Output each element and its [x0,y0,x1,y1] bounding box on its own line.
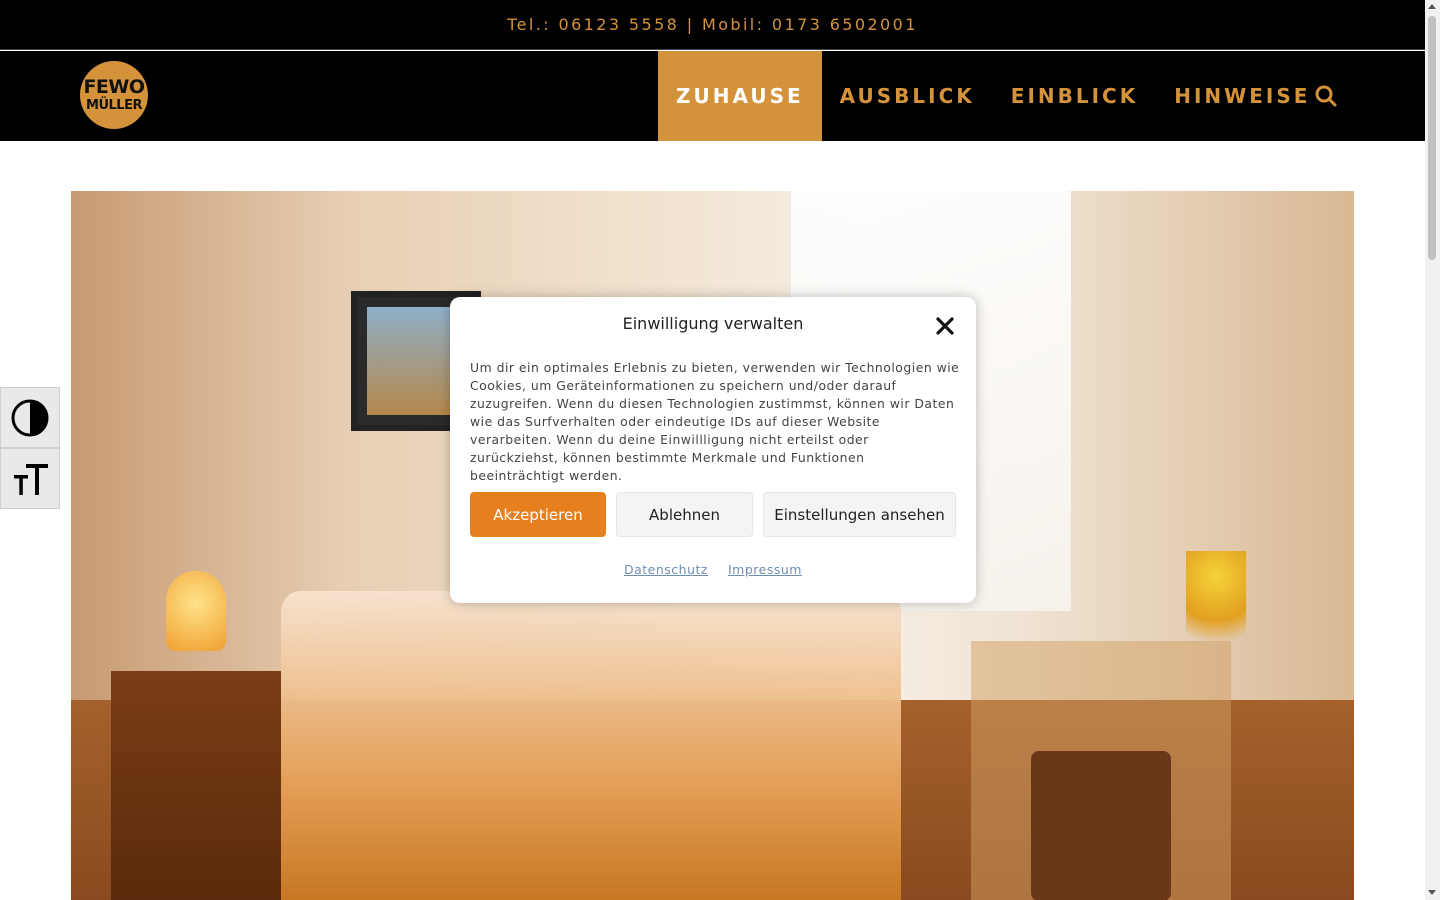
nav-item-hinweise[interactable]: HINWEISE [1156,51,1328,141]
consent-dialog: Einwilligung verwalten Um dir ein optima… [450,297,976,603]
font-size-toggle-button[interactable] [0,448,60,509]
nav-item-ausblick[interactable]: AUSBLICK [822,51,993,141]
font-size-icon [14,463,48,495]
nav-item-einblick[interactable]: EINBLICK [993,51,1156,141]
page-scrollbar[interactable] [1425,0,1440,900]
deny-button[interactable]: Ablehnen [616,492,753,537]
consent-description: Um dir ein optimales Erlebnis zu bieten,… [470,360,960,483]
contrast-icon [11,399,49,436]
accessibility-toolbar [0,387,60,509]
consent-title: Einwilligung verwalten [622,314,804,333]
consent-links: Datenschutz Impressum [450,562,976,577]
imprint-link[interactable]: Impressum [728,562,802,577]
hero-nightstand [111,671,281,900]
search-icon[interactable] [1314,84,1338,108]
close-icon[interactable] [936,317,954,335]
scroll-up-arrow-icon[interactable] [1428,4,1436,9]
main-nav: ZUHAUSE AUSBLICK EINBLICK HINWEISE [658,51,1328,141]
logo-line-2: MÜLLER [86,98,142,113]
contrast-toggle-button[interactable] [0,387,60,448]
privacy-link[interactable]: Datenschutz [624,562,708,577]
hero-lamp [166,571,226,651]
view-settings-button[interactable]: Einstellungen ansehen [763,492,956,537]
hero-bed [281,591,901,900]
logo-line-1: FEWO [83,76,145,98]
nav-item-zuhause[interactable]: ZUHAUSE [658,51,822,141]
site-header: FEWO MÜLLER ZUHAUSE AUSBLICK EINBLICK HI… [0,51,1425,141]
accept-button[interactable]: Akzeptieren [470,492,606,537]
site-logo[interactable]: FEWO MÜLLER [80,61,148,129]
scrollbar-thumb[interactable] [1428,16,1436,260]
contact-info: Tel.: 06123 5558 | Mobil: 0173 6502001 [507,15,918,34]
hero-flowers [1186,551,1246,681]
hero-chair [1031,751,1171,900]
scroll-down-arrow-icon[interactable] [1428,890,1436,895]
top-contact-bar: Tel.: 06123 5558 | Mobil: 0173 6502001 [0,0,1425,50]
